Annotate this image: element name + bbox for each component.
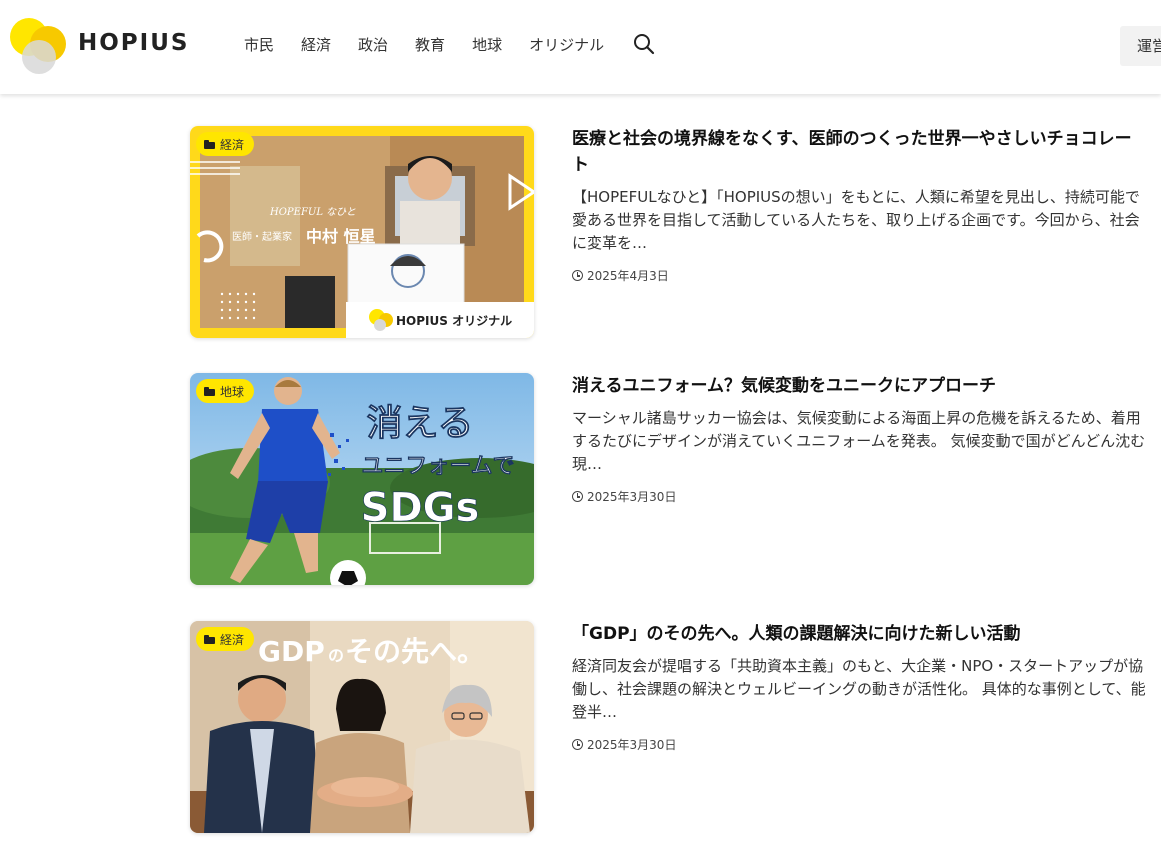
- article-date-text: 2025年4月3日: [587, 269, 669, 283]
- nav-item-kyouiku[interactable]: 教育: [415, 34, 445, 56]
- search-icon[interactable]: [633, 33, 655, 55]
- site-header: HOPIUS 市民 経済 政治 教育 地球 オリジナル 運営: [0, 0, 1161, 94]
- nav-item-original[interactable]: オリジナル: [529, 34, 604, 56]
- clock-icon: [572, 491, 583, 502]
- clock-icon: [572, 739, 583, 750]
- category-label: 経済: [220, 137, 245, 152]
- category-label: 経済: [220, 632, 245, 647]
- category-badge[interactable]: 経済: [196, 627, 255, 651]
- thumb-name-text: 中村 恒星: [306, 227, 376, 246]
- article-text: 消えるユニフォーム？気候変動をユニークにアプローチ マーシャル諸島サッカー協会は…: [572, 373, 1147, 505]
- thumb-role-text: 医師・起業家: [232, 230, 292, 243]
- clock-icon: [572, 270, 583, 281]
- category-label: 地球: [220, 384, 245, 399]
- nav-item-seiji[interactable]: 政治: [358, 34, 388, 56]
- thumb-rest: その先へ。: [345, 635, 485, 668]
- article-date-text: 2025年3月30日: [587, 738, 677, 752]
- article-excerpt: マーシャル諸島サッカー協会は、気候変動による海面上昇の危機を訴えるため、着用する…: [572, 409, 1146, 473]
- article-date: 2025年3月30日: [572, 488, 1147, 505]
- nav-item-chikyuu[interactable]: 地球: [472, 34, 502, 56]
- article-card: 経済 HOPEFUL なひと 医師・起業家 中村 恒星 HOPIUS オリジナル…: [190, 126, 1150, 338]
- article-date: 2025年4月3日: [572, 267, 1147, 284]
- article-text: 医療と社会の境界線をなくす、医師のつくった世界一やさしいチョコレート 【HOPE…: [572, 126, 1147, 284]
- nav-item-shimin[interactable]: 市民: [244, 34, 274, 56]
- folder-icon: [204, 386, 215, 396]
- thumb-no: の: [328, 646, 344, 665]
- thumbnail-image-soccer: 消える ユニフォームで SDGs: [190, 373, 534, 585]
- main-nav: 市民 経済 政治 教育 地球 オリジナル: [244, 34, 631, 56]
- article-date: 2025年3月30日: [572, 736, 1147, 753]
- logo-circle-gray: [22, 40, 56, 74]
- article-thumbnail[interactable]: 経済 HOPEFUL なひと 医師・起業家 中村 恒星 HOPIUS オリジナル: [190, 126, 534, 338]
- thumb-gdp: GDP: [258, 635, 325, 668]
- article-text: 「GDP」のその先へ。人類の課題解決に向けた新しい活動 経済同友会が提唱する「共…: [572, 621, 1147, 753]
- site-logo[interactable]: HOPIUS: [10, 18, 190, 76]
- article-excerpt: 経済同友会が提唱する「共助資本主義」のもと、大企業・NPO・スタートアップが協働…: [572, 657, 1146, 721]
- article-title[interactable]: 医療と社会の境界線をなくす、医師のつくった世界一やさしいチョコレート: [572, 126, 1147, 178]
- article-card: 地球 消える ユニフォームで SDGs 消えるユニフォーム？気候変動をユニークに…: [190, 373, 1150, 585]
- thumb-series-text: HOPEFUL なひと: [269, 206, 356, 218]
- folder-icon: [204, 139, 215, 149]
- article-thumbnail[interactable]: 地球 消える ユニフォームで SDGs: [190, 373, 534, 585]
- thumbnail-image-doctor: HOPEFUL なひと 医師・起業家 中村 恒星 HOPIUS オリジナル: [190, 126, 534, 338]
- article-card: 経済 GDP の その先へ。 「GDP」のその先へ。人類の課題解決に向けた新しい…: [190, 621, 1150, 833]
- thumbnail-image-people: GDP の その先へ。: [190, 621, 534, 833]
- logo-text: HOPIUS: [78, 30, 190, 56]
- thumb-line2: ユニフォームで: [361, 454, 514, 479]
- article-date-text: 2025年3月30日: [587, 490, 677, 504]
- article-thumbnail[interactable]: 経済 GDP の その先へ。: [190, 621, 534, 833]
- nav-item-keizai[interactable]: 経済: [301, 34, 331, 56]
- article-title[interactable]: 消えるユニフォーム？気候変動をユニークにアプローチ: [572, 373, 1147, 399]
- thumb-line1: 消える: [367, 403, 474, 444]
- article-excerpt: 【HOPEFULなひと】「HOPIUSの想い」をもとに、人類に希望を見出し、持続…: [572, 188, 1140, 252]
- unei-button[interactable]: 運営: [1120, 26, 1161, 66]
- thumb-line3: SDGs: [361, 485, 480, 531]
- thumb-brand-text: HOPIUS オリジナル: [396, 314, 512, 328]
- category-badge[interactable]: 地球: [196, 379, 255, 403]
- folder-icon: [204, 634, 215, 644]
- article-title[interactable]: 「GDP」のその先へ。人類の課題解決に向けた新しい活動: [572, 621, 1147, 647]
- category-badge[interactable]: 経済: [196, 132, 255, 156]
